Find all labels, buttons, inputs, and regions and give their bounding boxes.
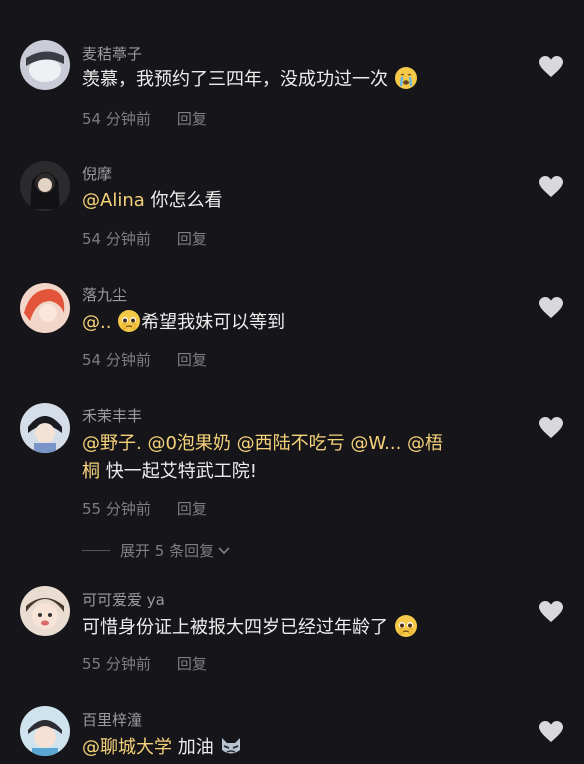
- avatar[interactable]: [20, 283, 70, 333]
- avatar[interactable]: [20, 706, 70, 756]
- comment-text: @Alina 你怎么看: [82, 190, 223, 211]
- comment-text: @野子. @0泡果奶 @西陆不吃亏 @W... @梧桐 快一起艾特武工院!: [82, 433, 444, 482]
- comment-text: @聊城大学 加油: [82, 734, 502, 762]
- cat-face-icon: [222, 738, 241, 754]
- avatar[interactable]: [20, 586, 70, 636]
- comment-text: @.. 希望我妹可以等到: [82, 309, 502, 337]
- timestamp: 55 分钟前: [82, 655, 151, 673]
- timestamp: 54 分钟前: [82, 230, 151, 248]
- heart-icon[interactable]: [538, 55, 564, 79]
- username[interactable]: 禾茉丰丰: [82, 405, 142, 426]
- pleading-face-icon: [118, 310, 141, 332]
- comment-meta: 54 分钟前 回复: [82, 349, 207, 370]
- username[interactable]: 麦秸葶子: [82, 43, 142, 64]
- username[interactable]: 倪摩: [82, 163, 112, 184]
- comment-meta: 54 分钟前 回复: [82, 108, 207, 129]
- pleading-face-icon: [394, 615, 417, 637]
- mention-link[interactable]: @W...: [350, 433, 401, 454]
- mention-link[interactable]: 桐: [82, 461, 100, 482]
- username[interactable]: 百里梓潼: [82, 709, 142, 730]
- heart-icon[interactable]: [538, 296, 564, 320]
- heart-icon[interactable]: [538, 600, 564, 624]
- expand-replies-button[interactable]: 展开 5 条回复: [82, 540, 231, 561]
- reply-button[interactable]: 回复: [177, 500, 207, 518]
- mention-link[interactable]: @0泡果奶: [147, 433, 230, 454]
- comment-meta: 55 分钟前 回复: [82, 498, 207, 519]
- username[interactable]: 可可爱爱 ya: [82, 589, 165, 610]
- username[interactable]: 落九尘: [82, 284, 127, 305]
- reply-button[interactable]: 回复: [177, 655, 207, 673]
- mention-link[interactable]: @野子.: [82, 433, 142, 454]
- timestamp: 54 分钟前: [82, 351, 151, 369]
- heart-icon[interactable]: [538, 175, 564, 199]
- heart-icon[interactable]: [538, 416, 564, 440]
- reply-button[interactable]: 回复: [177, 351, 207, 369]
- mention-link[interactable]: @梧: [407, 433, 443, 454]
- comment-meta: 54 分钟前 回复: [82, 228, 207, 249]
- reply-button[interactable]: 回复: [177, 110, 207, 128]
- mention-link[interactable]: @西陆不吃亏: [237, 433, 345, 454]
- avatar[interactable]: [20, 403, 70, 453]
- avatar[interactable]: [20, 40, 70, 90]
- timestamp: 54 分钟前: [82, 110, 151, 128]
- comment-text: 羡慕，我预约了三四年，没成功过一次: [82, 66, 502, 94]
- heart-icon[interactable]: [538, 720, 564, 744]
- mention-link[interactable]: @Alina: [82, 190, 145, 211]
- reply-button[interactable]: 回复: [177, 230, 207, 248]
- comment-meta: 55 分钟前 回复: [82, 653, 207, 674]
- chevron-down-icon: [218, 547, 230, 555]
- crying-face-icon: [394, 67, 417, 89]
- timestamp: 55 分钟前: [82, 500, 151, 518]
- mention-link[interactable]: @..: [82, 312, 111, 333]
- avatar[interactable]: [20, 161, 70, 211]
- divider: [82, 550, 110, 551]
- comment-text: 可惜身份证上被报大四岁已经过年龄了: [82, 614, 502, 642]
- mention-link[interactable]: @聊城大学: [82, 737, 172, 758]
